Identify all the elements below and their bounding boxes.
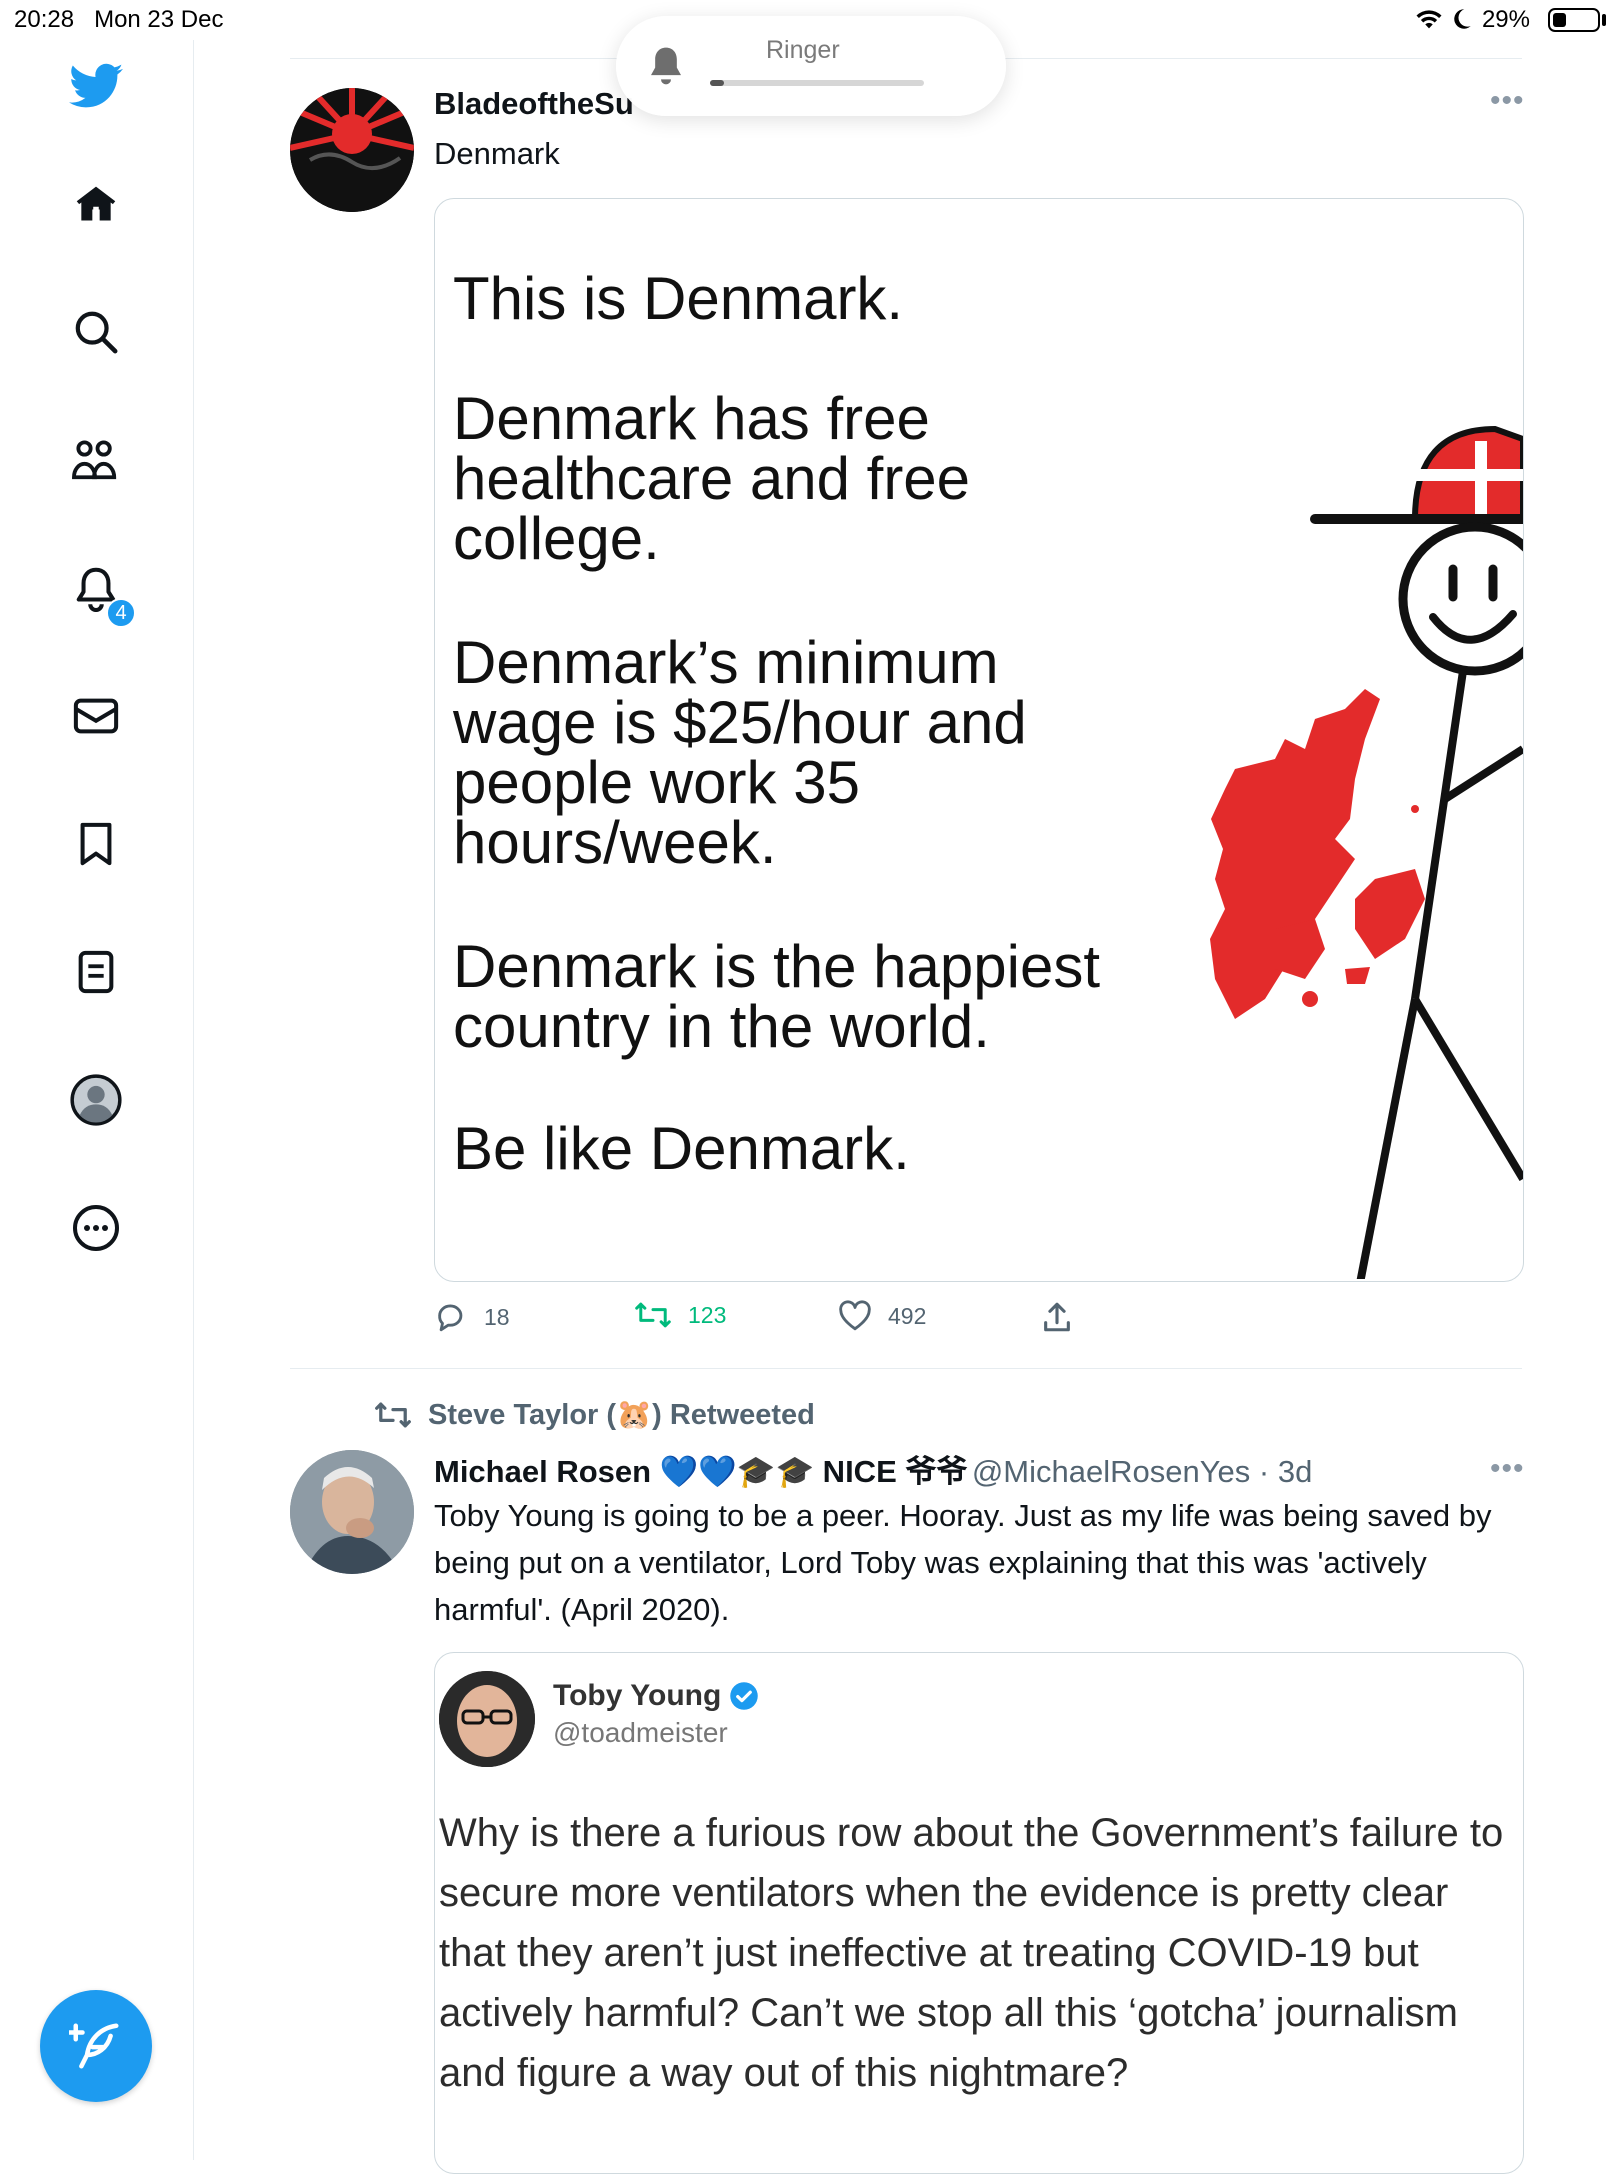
quoted-tweet-image[interactable]: Toby Young @toadmeister Why is there a f…: [434, 1652, 1524, 2174]
heart-icon: [839, 1300, 871, 1331]
reply-button[interactable]: 18: [434, 1300, 510, 1334]
notification-badge: 4: [106, 598, 136, 628]
twitter-logo-icon[interactable]: [64, 54, 128, 118]
profile-avatar-icon[interactable]: [64, 1068, 128, 1132]
meme-line: college.: [453, 505, 660, 572]
meme-line: Be like Denmark.: [453, 1115, 910, 1182]
quoted-author-avatar: [439, 1671, 535, 1767]
ringer-volume-fill: [710, 80, 724, 86]
status-date: Mon 23 Dec: [94, 6, 224, 33]
retweet-small-icon: [375, 1402, 411, 1428]
verified-badge-icon: [730, 1682, 759, 1710]
status-clock: 20:28: [14, 6, 75, 33]
meme-line: country in the world.: [453, 993, 990, 1060]
tweet2-header: Michael Rosen 💙💙🎓🎓 NICE 爷爷 @MichaelRosen…: [434, 1446, 1312, 1491]
retweet-icon: [635, 1302, 671, 1328]
meme-line: healthcare and free: [453, 445, 971, 512]
communities-icon[interactable]: [64, 428, 128, 492]
like-button[interactable]: 492: [838, 1300, 926, 1332]
tweet2-text: Toby Young is going to be a peer. Hooray…: [434, 1498, 1492, 1627]
wifi-icon: [1416, 10, 1442, 29]
quoted-author-name: Toby Young: [553, 1679, 722, 1712]
reply-count: 18: [484, 1303, 510, 1330]
tweet1-text: Denmark: [434, 136, 560, 171]
battery-nub: [1602, 14, 1606, 26]
meme-line: people work 35: [453, 749, 860, 816]
quoted-tweet-text: Why is there a furious row about the Gov…: [439, 1811, 1504, 2095]
quoted-author-handle: @toadmeister: [553, 1717, 728, 1748]
stick-figure-illustration: [1210, 425, 1523, 1279]
retweeted-by-header[interactable]: Steve Taylor (🐹) Retweeted: [374, 1398, 815, 1432]
share-button[interactable]: [1040, 1300, 1074, 1334]
tweet-divider: [290, 1368, 1522, 1369]
tweet1-media-image[interactable]: This is Denmark. Denmark has free health…: [434, 198, 1524, 1282]
tweet1-author-avatar[interactable]: [290, 88, 414, 212]
search-icon[interactable]: [64, 300, 128, 364]
meme-line: This is Denmark.: [453, 265, 904, 332]
lists-icon[interactable]: [64, 940, 128, 1004]
like-count: 492: [888, 1302, 927, 1329]
bell-icon: [651, 47, 681, 85]
moon-icon: [1454, 9, 1471, 29]
battery-percent: 29%: [1481, 6, 1530, 33]
retweet-count: 123: [688, 1301, 727, 1328]
reply-icon: [438, 1304, 463, 1332]
more-circle-icon[interactable]: [64, 1196, 128, 1260]
ringer-volume-hud: Ringer: [616, 16, 1006, 116]
compose-feather-icon: [69, 2023, 119, 2069]
status-time: 20:28 Mon 23 Dec: [14, 6, 223, 34]
tweet2-display-name[interactable]: Michael Rosen 💙💙🎓🎓 NICE 爷爷: [434, 1454, 967, 1489]
retweeted-by-label: Steve Taylor (🐹) Retweeted: [428, 1399, 815, 1431]
meme-line: wage is $25/hour and: [453, 689, 1027, 756]
meme-line: hours/week.: [453, 809, 777, 876]
quoted-author-name-row: Toby Young: [553, 1679, 759, 1713]
share-icon: [1044, 1302, 1070, 1332]
compose-tweet-button[interactable]: [40, 1990, 152, 2102]
tweet2-more-icon[interactable]: •••: [1490, 1452, 1525, 1486]
tweet1-more-icon[interactable]: •••: [1490, 84, 1525, 118]
home-icon[interactable]: [64, 172, 128, 236]
sidebar-nav: 4: [0, 40, 194, 2160]
ringer-label: Ringer: [766, 36, 840, 64]
meme-line: Denmark has free: [453, 385, 930, 452]
meme-line: Denmark’s minimum: [453, 629, 999, 696]
meme-line: Denmark is the happiest: [453, 933, 1100, 1000]
tweet2-author-avatar[interactable]: [290, 1450, 414, 1574]
battery-icon: [1548, 8, 1600, 32]
tweet2-handle-time[interactable]: @MichaelRosenYes · 3d: [972, 1454, 1313, 1489]
tweet1-display-name[interactable]: BladeoftheSu: [434, 86, 634, 122]
messages-mail-icon[interactable]: [64, 684, 128, 748]
ringer-volume-track: [710, 80, 924, 86]
retweet-button[interactable]: 123: [634, 1300, 726, 1330]
bookmark-icon[interactable]: [64, 812, 128, 876]
